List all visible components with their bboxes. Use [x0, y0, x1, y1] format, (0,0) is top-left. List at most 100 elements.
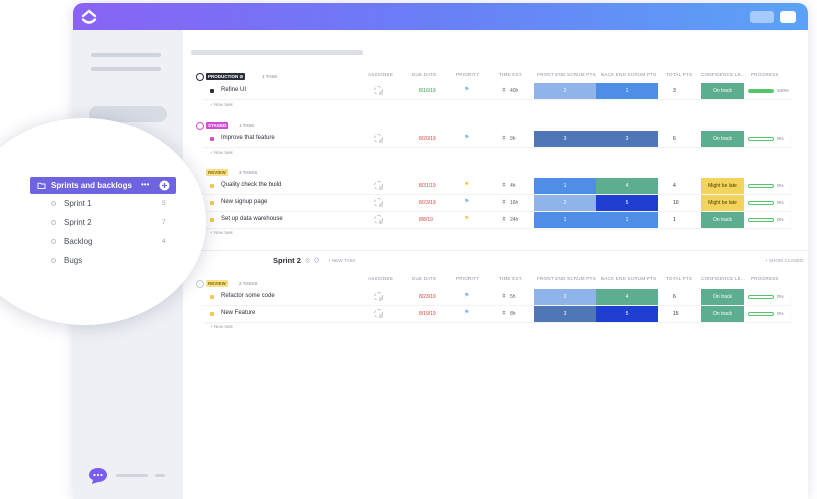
col-assignee[interactable]: ASSIGNEE: [368, 276, 393, 281]
task-row[interactable]: Refactor some code 8/23/19 ⚑ ⧗ 5h 2 4 6 On track…: [203, 289, 791, 305]
col-confidence[interactable]: CONFIDENCE LE...: [701, 72, 745, 77]
front-end-pts[interactable]: 2: [534, 195, 596, 211]
col-priority[interactable]: PRIORITY: [456, 72, 479, 77]
assignee-avatar-icon[interactable]: [374, 309, 383, 318]
due-date[interactable]: 8/31/19: [419, 183, 436, 189]
due-date[interactable]: 8/23/19: [419, 294, 436, 300]
front-end-pts[interactable]: 3: [534, 131, 596, 147]
confidence-badge[interactable]: Might be late: [701, 195, 744, 211]
priority-flag-icon[interactable]: ⚑: [464, 87, 469, 94]
status-pill-production[interactable]: PRODUCTION ⊘: [206, 73, 246, 80]
time-estimate[interactable]: 16h: [510, 200, 518, 206]
col-total-pts[interactable]: TOTAL PTS: [666, 72, 692, 77]
front-end-pts[interactable]: 1: [534, 178, 596, 194]
time-estimate[interactable]: 5h: [510, 294, 516, 300]
task-name[interactable]: Refine UI: [221, 87, 246, 93]
add-task-button[interactable]: + NEW TASK: [328, 258, 356, 263]
collapse-toggle-icon[interactable]: [196, 73, 204, 81]
confidence-badge[interactable]: On track: [701, 289, 744, 305]
back-end-pts[interactable]: 4: [596, 178, 658, 194]
back-end-pts[interactable]: 1: [596, 83, 658, 99]
col-due-date[interactable]: DUE DATE: [412, 276, 437, 281]
col-back-end-pts[interactable]: BACK END SCRUM PTS: [601, 276, 656, 281]
front-end-pts[interactable]: 1: [534, 212, 596, 228]
more-options-icon[interactable]: •••: [141, 180, 149, 189]
time-estimate[interactable]: 8h: [510, 311, 516, 317]
front-end-pts[interactable]: 2: [534, 83, 596, 99]
sidebar-item-bugs[interactable]: Bugs: [64, 256, 82, 265]
task-row[interactable]: Set up data warehouse 8/8/19 ⚑ ⧗ 24h 1 1 1 On tr…: [203, 212, 791, 228]
front-end-pts[interactable]: 2: [534, 289, 596, 305]
col-time-est[interactable]: TIME EST.: [499, 72, 523, 77]
front-end-pts[interactable]: 3: [534, 306, 596, 322]
due-date[interactable]: 8/16/19: [419, 88, 436, 94]
status-pill-review[interactable]: REVIEW: [206, 169, 228, 176]
confidence-badge[interactable]: Might be late: [701, 178, 744, 194]
sidebar-item-backlog[interactable]: Backlog: [64, 237, 92, 246]
task-row[interactable]: New Feature 8/19/19 ⚑ ⧗ 8h 3 5 15 On track 0%: [203, 306, 791, 322]
sidebar-item-sprint-1[interactable]: Sprint 1: [64, 199, 92, 208]
new-task-link[interactable]: + New task: [210, 324, 233, 329]
confidence-badge[interactable]: On track: [701, 131, 744, 147]
due-date[interactable]: 8/19/19: [419, 311, 436, 317]
col-progress[interactable]: PROGRESS: [751, 72, 779, 77]
back-end-pts[interactable]: 3: [596, 131, 658, 147]
col-assignee[interactable]: ASSIGNEE: [368, 72, 393, 77]
toolbar-button[interactable]: [750, 11, 774, 23]
task-row[interactable]: Refine UI 8/16/19 ⚑ ⧗ 40h 2 1 3 On track 100%: [203, 83, 791, 99]
info-icon[interactable]: ◎: [305, 257, 310, 264]
back-end-pts[interactable]: 4: [596, 289, 658, 305]
time-estimate[interactable]: 24h: [510, 217, 518, 223]
task-row[interactable]: Improve that feature 8/20/19 ⚑ ⧗ 9h 3 3 6 On tra…: [203, 131, 791, 147]
show-closed-toggle[interactable]: + SHOW CLOSED: [765, 258, 803, 263]
col-progress[interactable]: PROGRESS: [751, 276, 779, 281]
confidence-badge[interactable]: On track: [701, 306, 744, 322]
clickup-logo-icon[interactable]: [80, 8, 98, 26]
task-name[interactable]: Set up data warehouse: [221, 216, 283, 222]
assignee-avatar-icon[interactable]: [374, 292, 383, 301]
status-pill-staged[interactable]: STAGED: [206, 122, 229, 129]
back-end-pts[interactable]: 5: [596, 195, 658, 211]
priority-flag-icon[interactable]: ⚑: [464, 310, 469, 317]
due-date[interactable]: 8/8/19: [419, 217, 433, 223]
time-estimate[interactable]: 40h: [510, 88, 518, 94]
task-name[interactable]: Quality check the build: [221, 182, 281, 188]
col-due-date[interactable]: DUE DATE: [412, 72, 437, 77]
confidence-badge[interactable]: On track: [701, 83, 744, 99]
priority-flag-icon[interactable]: ⚑: [464, 216, 469, 223]
status-pill-review[interactable]: REVIEW: [206, 280, 228, 287]
time-estimate[interactable]: 9h: [510, 136, 516, 142]
collapse-toggle-icon[interactable]: [196, 280, 204, 288]
new-task-link[interactable]: + New task: [210, 230, 233, 235]
sidebar-item-sprints-and-backlogs[interactable]: Sprints and backlogs •••: [30, 177, 176, 194]
task-name[interactable]: Improve that feature: [221, 135, 275, 141]
assignee-avatar-icon[interactable]: [374, 86, 383, 95]
assignee-avatar-icon[interactable]: [374, 198, 383, 207]
add-icon[interactable]: [159, 180, 170, 191]
new-task-link[interactable]: + New task: [210, 102, 233, 107]
due-date[interactable]: 8/20/19: [419, 136, 436, 142]
new-task-link[interactable]: + New task: [210, 150, 233, 155]
assignee-avatar-icon[interactable]: [374, 215, 383, 224]
assignee-avatar-icon[interactable]: [374, 134, 383, 143]
assignee-avatar-icon[interactable]: [374, 181, 383, 190]
sidebar-item-sprint-2[interactable]: Sprint 2: [64, 218, 92, 227]
due-date[interactable]: 8/23/19: [419, 200, 436, 206]
sprint-icon[interactable]: ◇: [314, 256, 319, 264]
col-priority[interactable]: PRIORITY: [456, 276, 479, 281]
task-row[interactable]: Quality check the build 8/31/19 ⚑ ⧗ 4h 1 4 4 Mig…: [203, 178, 791, 194]
task-name[interactable]: Refactor some code: [221, 293, 275, 299]
col-back-end-pts[interactable]: BACK END SCRUM PTS: [601, 72, 656, 77]
task-row[interactable]: New signup page 8/23/19 ⚑ ⧗ 16h 2 5 10 Might be …: [203, 195, 791, 211]
back-end-pts[interactable]: 1: [596, 212, 658, 228]
task-name[interactable]: New Feature: [221, 310, 255, 316]
col-total-pts[interactable]: TOTAL PTS: [666, 276, 692, 281]
col-time-est[interactable]: TIME EST.: [499, 276, 523, 281]
confidence-badge[interactable]: On track: [701, 212, 744, 228]
collapse-toggle-icon[interactable]: [196, 122, 204, 130]
priority-flag-icon[interactable]: ⚑: [464, 182, 469, 189]
chat-icon[interactable]: [87, 467, 109, 485]
col-front-end-pts[interactable]: FRONT END SCRUM PTS: [537, 276, 596, 281]
priority-flag-icon[interactable]: ⚑: [464, 199, 469, 206]
priority-flag-icon[interactable]: ⚑: [464, 293, 469, 300]
